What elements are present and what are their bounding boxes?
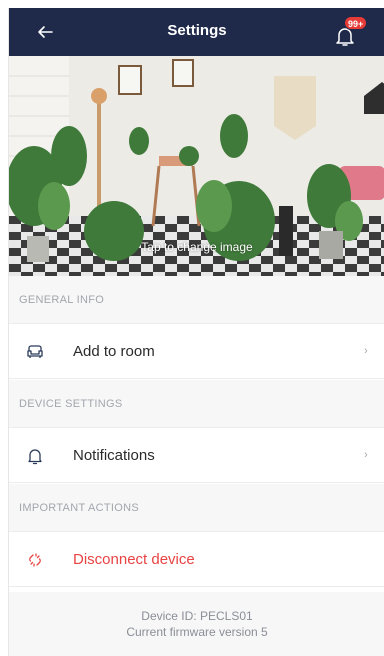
device-id: Device ID: PECLS01 bbox=[141, 609, 253, 623]
sofa-icon bbox=[25, 342, 45, 362]
change-image-hint: Tap to change image bbox=[141, 240, 253, 254]
broken-link-icon bbox=[25, 550, 45, 570]
device-image[interactable]: Tap to change image bbox=[9, 56, 384, 276]
chevron-right-icon: › bbox=[364, 449, 368, 461]
notifications-row[interactable]: Notifications › bbox=[9, 428, 384, 483]
settings-screen: Settings 99+ Tap to change image GENERAL… bbox=[8, 8, 384, 656]
disconnect-device-row[interactable]: Disconnect device bbox=[9, 532, 384, 587]
device-info-footer: Device ID: PECLS01 Current firmware vers… bbox=[9, 592, 384, 656]
firmware-version: Current firmware version 5 bbox=[126, 625, 268, 639]
notification-count-badge: 99+ bbox=[344, 16, 368, 30]
bell-outline-icon bbox=[25, 446, 45, 466]
disconnect-device-label: Disconnect device bbox=[73, 550, 195, 568]
add-to-room-row[interactable]: Add to room › bbox=[9, 324, 384, 379]
section-general-info: GENERAL INFO bbox=[9, 276, 384, 324]
add-to-room-label: Add to room bbox=[73, 342, 155, 360]
page-title: Settings bbox=[167, 22, 227, 39]
chevron-right-icon: › bbox=[364, 345, 368, 357]
notifications-label: Notifications bbox=[73, 446, 155, 464]
notifications-button[interactable]: 99+ bbox=[331, 16, 368, 48]
section-important-actions: IMPORTANT ACTIONS bbox=[9, 484, 384, 532]
top-bar: Settings 99+ bbox=[9, 8, 384, 56]
section-device-settings: DEVICE SETTINGS bbox=[9, 380, 384, 428]
